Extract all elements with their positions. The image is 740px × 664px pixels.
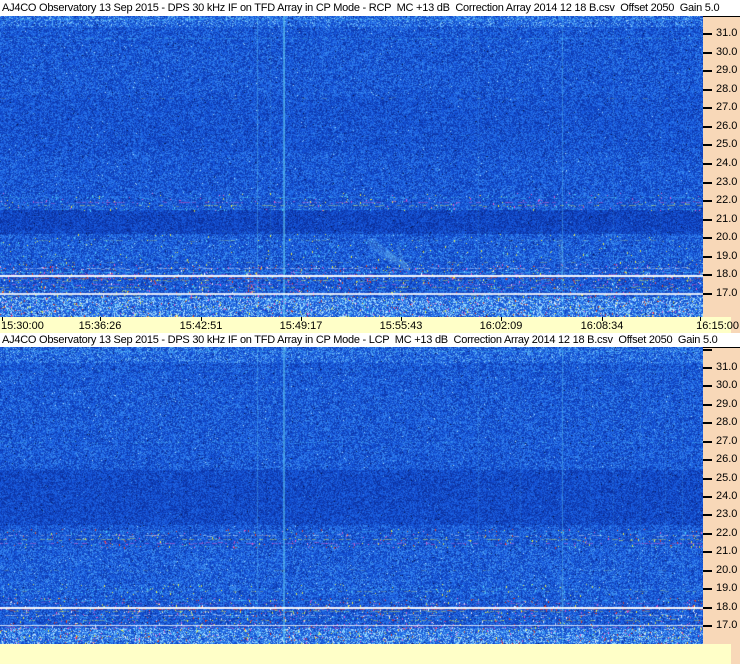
freq-tick-label: 29.0 <box>716 64 738 76</box>
time-tick-label: 16:15:00 <box>696 320 739 332</box>
freq-tick <box>703 441 712 443</box>
time-axis-strip: 15:30:00 15:36:26 15:42:51 15:49:17 15:55:43… <box>0 317 740 333</box>
freq-tick-label: 28.0 <box>716 416 738 428</box>
freq-tick <box>703 404 712 406</box>
freq-tick <box>703 89 712 91</box>
freq-tick <box>703 551 712 553</box>
freq-tick <box>703 349 712 351</box>
freq-tick-label: 22.0 <box>716 194 738 206</box>
freq-tick-label: 23.0 <box>716 508 738 520</box>
time-tick-label: 15:55:43 <box>379 320 423 332</box>
bottom-strip <box>0 644 740 664</box>
freq-tick <box>703 163 712 165</box>
freq-tick-label: 29.0 <box>716 398 738 410</box>
freq-tick-label: 28.0 <box>716 83 738 95</box>
freq-axis-rcp: 31.0 30.0 29.0 28.0 27.0 26.0 25.0 24.0 23.0 22.0… <box>703 16 740 317</box>
freq-tick-label: 21.0 <box>716 545 738 557</box>
freq-tick-label: 24.0 <box>716 157 738 169</box>
freq-tick <box>703 570 712 572</box>
freq-tick <box>703 107 712 109</box>
spectrogram-plot-rcp[interactable] <box>0 16 703 317</box>
freq-tick <box>703 126 712 128</box>
freq-tick-label: 17.0 <box>716 287 738 299</box>
freq-tick <box>703 70 712 72</box>
freq-tick-label: 18.0 <box>716 601 738 613</box>
axis-corner-patch-bottom <box>731 644 740 664</box>
freq-tick-label: 18.0 <box>716 268 738 280</box>
freq-tick <box>703 496 712 498</box>
freq-tick <box>703 256 712 258</box>
freq-tick <box>703 514 712 516</box>
freq-tick-label: 25.0 <box>716 472 738 484</box>
freq-tick-label: 26.0 <box>716 453 738 465</box>
freq-tick <box>703 385 712 387</box>
freq-tick-label: 23.0 <box>716 176 738 188</box>
freq-tick <box>703 367 712 369</box>
freq-tick-label: 21.0 <box>716 213 738 225</box>
panel-title-rcp: AJ4CO Observatory 13 Sep 2015 - DPS 30 k… <box>0 0 740 16</box>
freq-tick <box>703 588 712 590</box>
freq-tick <box>703 33 712 35</box>
freq-tick-label: 27.0 <box>716 435 738 447</box>
freq-tick-label: 19.0 <box>716 582 738 594</box>
time-tick-label: 15:42:51 <box>179 320 223 332</box>
freq-tick-label: 22.0 <box>716 527 738 539</box>
spectrograph-window: AJ4CO Observatory 13 Sep 2015 - DPS 30 k… <box>0 0 740 664</box>
freq-axis-lcp: 31.0 30.0 29.0 28.0 27.0 26.0 25.0 24.0 23.0 22.0… <box>703 347 740 644</box>
freq-tick <box>703 200 712 202</box>
time-tick-label: 16:02:09 <box>479 320 523 332</box>
freq-tick <box>703 459 712 461</box>
freq-tick-label: 24.0 <box>716 490 738 502</box>
freq-tick-label: 25.0 <box>716 138 738 150</box>
freq-tick-label: 20.0 <box>716 564 738 576</box>
spectrogram-plot-lcp[interactable] <box>0 347 703 644</box>
panel-title-lcp: AJ4CO Observatory 13 Sep 2015 - DPS 30 k… <box>0 333 740 347</box>
freq-tick <box>703 274 712 276</box>
time-tick-label: 15:49:17 <box>279 320 323 332</box>
time-tick-label: 15:30:00 <box>1 320 44 332</box>
freq-tick <box>703 144 712 146</box>
freq-tick-label: 17.0 <box>716 619 738 631</box>
freq-tick-label: 27.0 <box>716 101 738 113</box>
freq-tick <box>703 533 712 535</box>
freq-tick <box>703 607 712 609</box>
time-tick-label: 15:36:26 <box>78 320 122 332</box>
freq-tick-label: 31.0 <box>716 361 738 373</box>
freq-tick-label: 26.0 <box>716 120 738 132</box>
freq-tick-label: 19.0 <box>716 250 738 262</box>
time-tick-label: 16:08:34 <box>580 320 624 332</box>
freq-tick <box>703 182 712 184</box>
freq-tick-label: 30.0 <box>716 46 738 58</box>
freq-tick <box>703 625 712 627</box>
freq-tick-label: 30.0 <box>716 379 738 391</box>
freq-tick <box>703 422 712 424</box>
freq-tick <box>703 293 712 295</box>
freq-tick <box>703 478 712 480</box>
freq-tick <box>703 52 712 54</box>
freq-tick-label: 20.0 <box>716 231 738 243</box>
freq-tick <box>703 237 712 239</box>
freq-tick <box>703 219 712 221</box>
freq-tick-label: 31.0 <box>716 27 738 39</box>
